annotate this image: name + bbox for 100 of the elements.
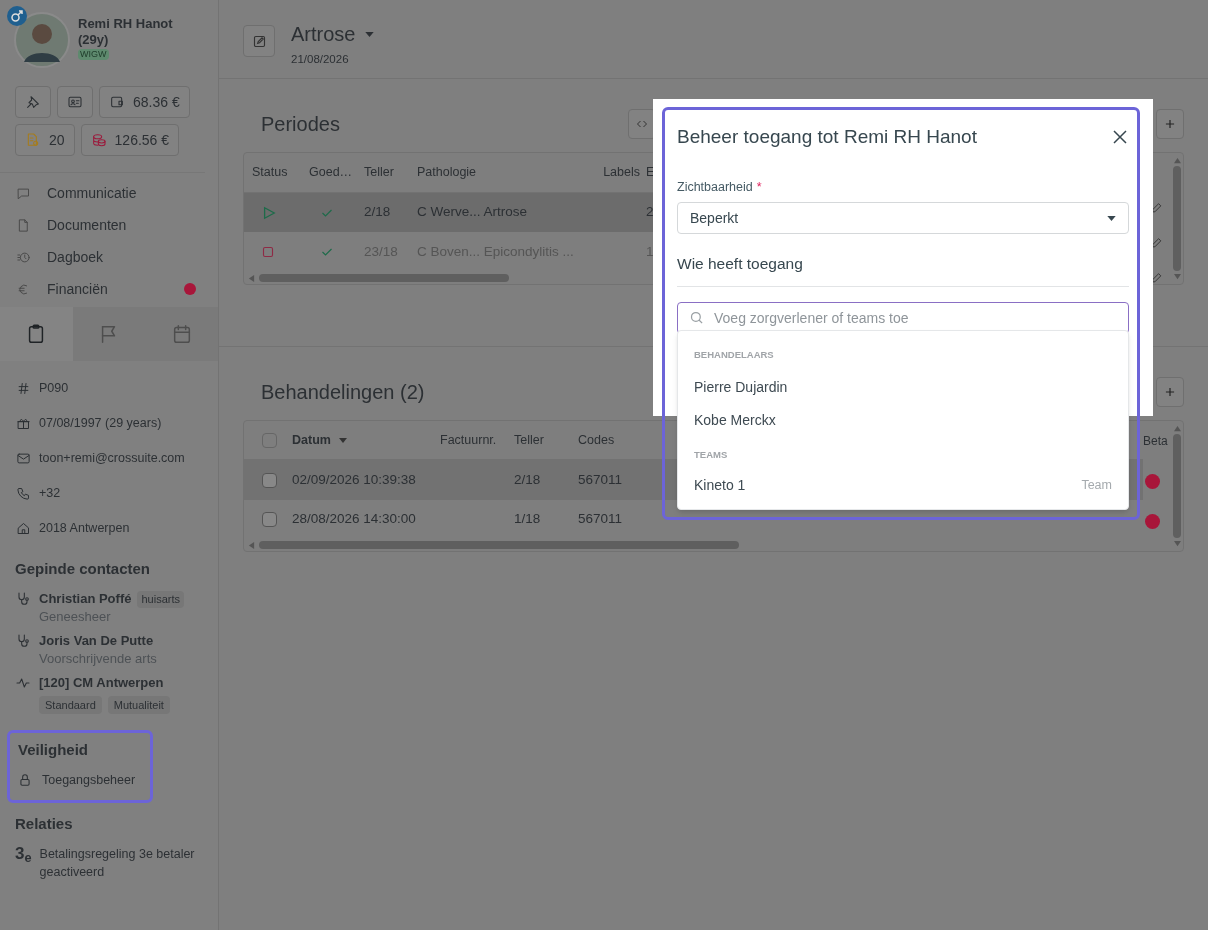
- document-icon: [16, 217, 31, 233]
- edit-button[interactable]: [243, 25, 275, 57]
- info-text: toon+remi@crossuite.com: [39, 450, 185, 468]
- column-header: Labels: [602, 163, 641, 181]
- info-text: 2018 Antwerpen: [39, 520, 130, 538]
- column-header: Pathologie: [417, 163, 478, 181]
- section-title: Behandelingen (2): [260, 380, 425, 405]
- section-title: Gepinde contacten: [15, 559, 152, 579]
- security-link[interactable]: Toegangsbeheer: [18, 771, 142, 790]
- scrollbar[interactable]: [1173, 166, 1181, 271]
- chat-icon: [16, 185, 31, 201]
- nav-item[interactable]: Documenten: [0, 209, 218, 241]
- section-title: Relaties: [15, 813, 74, 834]
- column-header: Status: [252, 163, 289, 181]
- scroll-arrow-icon[interactable]: [1173, 425, 1181, 432]
- dropdown-option[interactable]: Pierre Dujardin: [678, 371, 1128, 404]
- table-cell-text: 2/18: [514, 470, 542, 489]
- plus-icon: [1163, 117, 1177, 131]
- scroll-arrow-icon[interactable]: [248, 541, 255, 549]
- info-text: P090: [39, 380, 69, 398]
- play-icon: [262, 205, 276, 220]
- page-date: 21/08/2026: [291, 52, 350, 67]
- visibility-select[interactable]: Beperkt: [677, 202, 1129, 235]
- side-tab[interactable]: [145, 307, 218, 361]
- table-cell-text: 1/18: [514, 510, 542, 529]
- checkbox[interactable]: [262, 512, 277, 527]
- male-icon: [7, 6, 27, 26]
- amount-button[interactable]: 126.56 €: [80, 124, 180, 156]
- add-button[interactable]: [1156, 109, 1184, 139]
- table-cell-text: 567011: [578, 510, 624, 529]
- table-cell-text: 28/08/2026 14:30:00: [292, 510, 417, 529]
- code-toggle-button[interactable]: [628, 109, 656, 139]
- contact-name[interactable]: [120] CM Antwerpen: [39, 674, 164, 692]
- wallet-icon: [109, 94, 125, 110]
- info-text: 07/08/1997 (29 years): [39, 415, 162, 433]
- page-title: Artrose: [291, 22, 356, 47]
- edit-icon[interactable]: [1150, 236, 1164, 249]
- section-title: Periodes: [260, 112, 341, 137]
- side-tab[interactable]: [0, 307, 73, 361]
- insurance-badge: WIGW: [78, 49, 109, 60]
- pulse-icon: [15, 675, 31, 691]
- required-mark: *: [756, 178, 762, 196]
- group-label: TEAMS: [693, 448, 729, 462]
- nav-item[interactable]: Communicatie: [0, 177, 218, 209]
- dropdown-option[interactable]: Kobe Merckx: [678, 404, 1128, 437]
- home-icon: [16, 521, 31, 536]
- nav-item[interactable]: Dagboek: [0, 241, 218, 273]
- dropdown-option[interactable]: Kineto 1 Team: [678, 469, 1128, 502]
- edit-icon[interactable]: [1150, 201, 1164, 214]
- scroll-arrow-icon[interactable]: [1173, 157, 1181, 164]
- column-header[interactable]: Datum: [292, 430, 440, 450]
- edit-icon[interactable]: [1150, 271, 1164, 284]
- section-heading: Wie heeft toegang: [677, 252, 1129, 287]
- table-cell-text: 2/18: [364, 203, 392, 222]
- column-header: Codes: [578, 431, 616, 449]
- phone-icon: [16, 486, 31, 501]
- search-field[interactable]: Voeg zorgverlener of teams toe: [677, 301, 1129, 334]
- table-cell-text: C Werve... Artrose: [417, 203, 529, 222]
- section-title: Veiligheid: [18, 740, 90, 760]
- avatar: [14, 12, 70, 68]
- column-header: Factuurnr.: [440, 431, 498, 449]
- stethoscope-icon: [15, 591, 31, 607]
- contact-name[interactable]: Christian Poffé: [39, 590, 132, 608]
- table-cell-text: 02/09/2026 10:39:38: [292, 470, 417, 489]
- field-label: Zichtbaarheid: [677, 178, 753, 196]
- add-button[interactable]: [1156, 377, 1184, 407]
- column-header: Teller: [364, 163, 395, 181]
- gift-icon: [16, 416, 31, 431]
- scroll-arrow-icon[interactable]: [1173, 273, 1181, 280]
- stop-icon: [262, 246, 274, 259]
- nav-item[interactable]: Financiën: [0, 273, 218, 305]
- edit-icon: [251, 33, 267, 49]
- checkbox[interactable]: [262, 432, 277, 448]
- scrollbar[interactable]: [1173, 434, 1181, 538]
- icon-button[interactable]: [15, 86, 51, 118]
- scrollbar[interactable]: [259, 541, 739, 550]
- document-icon: [25, 132, 41, 148]
- contact-tag: huisarts: [137, 590, 184, 608]
- relation-text: Betalingsregeling 3e betaler geactiveerd: [39, 845, 196, 881]
- lock-icon: [18, 773, 32, 788]
- icon-button[interactable]: [57, 86, 93, 118]
- hash-icon: [16, 381, 31, 396]
- contact-tag: Mutualiteit: [107, 696, 170, 714]
- scroll-arrow-icon[interactable]: [1173, 540, 1181, 547]
- contact-name[interactable]: Joris Van De Putte: [39, 632, 154, 650]
- pin-icon: [25, 94, 41, 110]
- amount-button[interactable]: 68.36 €: [99, 86, 190, 118]
- checkbox[interactable]: [262, 472, 277, 488]
- patient-name: Remi RH Hanot (29y): [78, 16, 174, 48]
- table-cell-text: 567011: [578, 470, 624, 489]
- caret-icon[interactable]: [365, 31, 375, 37]
- amount-button[interactable]: 20: [15, 124, 75, 156]
- scrollbar[interactable]: [259, 274, 509, 283]
- code-icon: [636, 118, 648, 130]
- side-tab[interactable]: [72, 307, 146, 361]
- search-icon: [689, 309, 704, 325]
- scroll-arrow-icon[interactable]: [248, 274, 255, 282]
- plus-icon: [1163, 385, 1177, 399]
- column-header: Goed…: [309, 163, 354, 181]
- table-cell-text: 2: [646, 203, 655, 222]
